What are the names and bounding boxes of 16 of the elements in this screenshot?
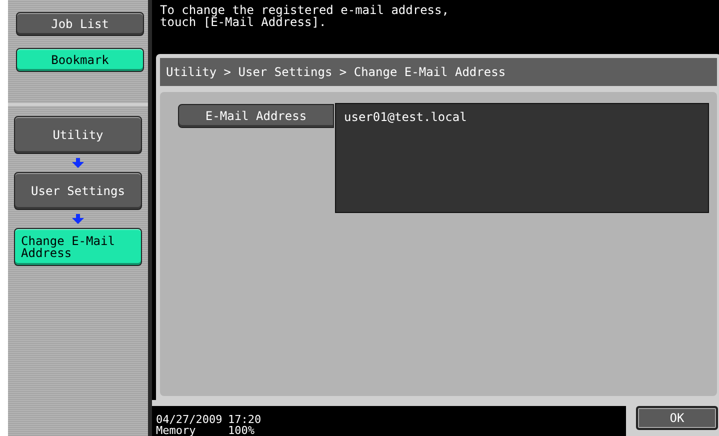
breadcrumb: Utility > User Settings > Change E-Mail Address — [166, 65, 506, 79]
instruction-message: To change the registered e-mail address, touch [E-Mail Address]. — [159, 2, 450, 31]
sidebar-button[interactable]: Bookmark — [16, 48, 144, 72]
sidebar-button[interactable]: Job List — [16, 12, 144, 36]
path-step-button[interactable]: Change E-Mail Address — [14, 228, 142, 266]
path-step-button[interactable]: Utility — [14, 116, 142, 154]
email-address-button[interactable]: E-Mail Address — [178, 104, 334, 128]
memory-label: Memory — [156, 425, 197, 436]
date-text: 04/27/2009 — [156, 414, 220, 425]
path-step-button[interactable]: User Settings — [14, 172, 142, 210]
down-arrow-icon — [72, 214, 84, 224]
memory-value: 100% — [228, 425, 256, 436]
down-arrow-icon — [72, 158, 84, 168]
email-value-field[interactable]: user01@test.local — [335, 103, 709, 213]
time-text: 17:20 — [228, 414, 262, 425]
ok-button[interactable]: OK — [636, 406, 718, 430]
